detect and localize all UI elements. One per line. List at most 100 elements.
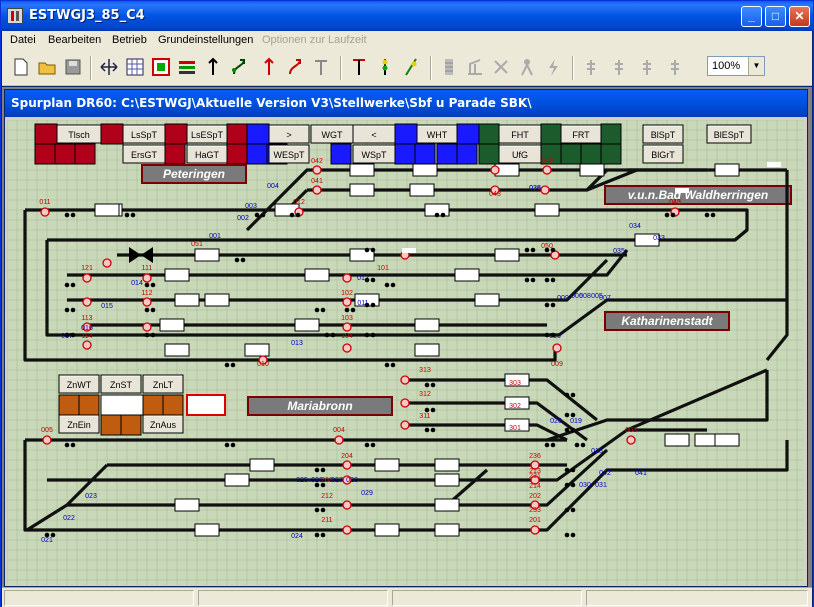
green-field[interactable] bbox=[560, 143, 582, 165]
blue-field[interactable] bbox=[394, 143, 416, 165]
menu-bearbeiten[interactable]: Bearbeiten bbox=[48, 34, 101, 46]
signal-marker[interactable] bbox=[40, 207, 50, 217]
signal-marker[interactable] bbox=[142, 297, 152, 307]
axle-counter-field[interactable] bbox=[349, 248, 375, 262]
menu-grundeinstellungen[interactable]: Grundeinstellungen bbox=[158, 34, 253, 46]
red-field[interactable] bbox=[164, 123, 188, 145]
axle-counter-field[interactable] bbox=[174, 293, 200, 307]
red-field[interactable] bbox=[34, 143, 56, 165]
axle-counter-field[interactable] bbox=[534, 203, 560, 217]
axle-counter-field[interactable] bbox=[409, 183, 435, 197]
orange-field[interactable] bbox=[78, 394, 100, 416]
red-field[interactable] bbox=[54, 143, 76, 165]
blue-field[interactable] bbox=[246, 123, 270, 145]
menu-optionen[interactable]: Optionen zur Laufzeit bbox=[262, 34, 367, 46]
track-plan-canvas[interactable]: Tlsch LsSpT LsESpT > WGT < WHT FHT FRT BlSpT BlESp… bbox=[7, 120, 803, 585]
signal-marker[interactable] bbox=[542, 165, 552, 175]
blue-field[interactable] bbox=[436, 143, 458, 165]
maximize-button[interactable]: □ bbox=[765, 6, 786, 27]
green-field[interactable] bbox=[600, 123, 622, 145]
signal-marker[interactable] bbox=[552, 343, 562, 353]
signal-marker[interactable] bbox=[400, 420, 410, 430]
axle-counter-field[interactable] bbox=[664, 433, 690, 447]
axle-counter-field[interactable] bbox=[194, 523, 220, 537]
orange-field[interactable] bbox=[58, 394, 80, 416]
title-bar[interactable]: ESTWGJ3_85_C4 _ □ ✕ bbox=[1, 1, 813, 31]
axle-counter-field[interactable] bbox=[304, 268, 330, 282]
axle-counter-field[interactable] bbox=[434, 523, 460, 537]
axle-counter-field[interactable] bbox=[174, 498, 200, 512]
signal-marker[interactable] bbox=[312, 185, 322, 195]
axle-counter-field[interactable] bbox=[714, 163, 740, 177]
axle-counter-field[interactable] bbox=[374, 523, 400, 537]
signal-marker[interactable] bbox=[342, 525, 352, 535]
menu-betrieb[interactable]: Betrieb bbox=[112, 34, 147, 46]
signal-marker[interactable] bbox=[550, 250, 560, 260]
blue-field[interactable] bbox=[414, 143, 436, 165]
minimize-button[interactable]: _ bbox=[741, 6, 762, 27]
chevron-down-icon[interactable]: ▼ bbox=[748, 57, 764, 75]
axle-counter-field[interactable] bbox=[349, 163, 375, 177]
grid-icon[interactable] bbox=[124, 56, 146, 78]
axle-counter-field[interactable] bbox=[159, 318, 185, 332]
zoom-select[interactable]: 100% ▼ bbox=[707, 56, 765, 76]
frame-icon[interactable] bbox=[150, 56, 172, 78]
signal-red-up-icon[interactable] bbox=[258, 56, 280, 78]
signal-marker[interactable] bbox=[102, 258, 112, 268]
axle-counter-field[interactable] bbox=[294, 318, 320, 332]
blue-field[interactable] bbox=[246, 143, 268, 165]
axle-counter-field[interactable] bbox=[94, 203, 120, 217]
new-file-icon[interactable] bbox=[10, 56, 32, 78]
signal-marker[interactable] bbox=[342, 460, 352, 470]
signal-marker[interactable] bbox=[400, 375, 410, 385]
axle-counter-field[interactable] bbox=[454, 268, 480, 282]
signal-turn-icon[interactable] bbox=[228, 56, 250, 78]
signal-marker[interactable] bbox=[82, 297, 92, 307]
red-field[interactable] bbox=[226, 143, 248, 165]
blue-field[interactable] bbox=[456, 143, 478, 165]
orange-field[interactable] bbox=[142, 394, 164, 416]
red-field[interactable] bbox=[226, 123, 248, 145]
green-field[interactable] bbox=[478, 143, 500, 165]
axle-counter-field[interactable] bbox=[579, 163, 605, 177]
signal-marker[interactable] bbox=[342, 343, 352, 353]
axle-counter-field[interactable] bbox=[204, 293, 230, 307]
signal-red-turn-icon[interactable] bbox=[284, 56, 306, 78]
axle-counter-field[interactable] bbox=[414, 343, 440, 357]
green-field[interactable] bbox=[478, 123, 500, 145]
mast-signal-icon[interactable] bbox=[348, 56, 370, 78]
buffer-stop-icon[interactable] bbox=[310, 56, 332, 78]
close-button[interactable]: ✕ bbox=[789, 6, 810, 27]
signal-marker[interactable] bbox=[334, 435, 344, 445]
signal-marker[interactable] bbox=[42, 435, 52, 445]
signal-marker[interactable] bbox=[400, 398, 410, 408]
signal-marker[interactable] bbox=[142, 273, 152, 283]
signal-marker[interactable] bbox=[342, 500, 352, 510]
axle-counter-field[interactable] bbox=[494, 248, 520, 262]
orange-field[interactable] bbox=[100, 414, 122, 436]
track-plan-title[interactable]: Spurplan DR60: C:\ESTWGJ\Aktuelle Versio… bbox=[5, 90, 807, 117]
signal-marker[interactable] bbox=[342, 297, 352, 307]
red-field[interactable] bbox=[74, 143, 96, 165]
red-field[interactable] bbox=[100, 123, 124, 145]
axle-counter-field[interactable] bbox=[244, 343, 270, 357]
axle-counter-field[interactable] bbox=[434, 458, 460, 472]
signal-marker[interactable] bbox=[626, 435, 636, 445]
green-field[interactable] bbox=[540, 123, 562, 145]
axle-counter-field[interactable] bbox=[249, 458, 275, 472]
axle-counter-field[interactable] bbox=[349, 183, 375, 197]
axle-counter-field[interactable] bbox=[412, 163, 438, 177]
signal-up-icon[interactable] bbox=[202, 56, 224, 78]
red-field[interactable] bbox=[164, 143, 186, 165]
axle-counter-field[interactable] bbox=[164, 268, 190, 282]
signal-marker[interactable] bbox=[342, 322, 352, 332]
signal-marker[interactable] bbox=[82, 340, 92, 350]
axle-counter-field[interactable] bbox=[474, 293, 500, 307]
signal-marker[interactable] bbox=[540, 185, 550, 195]
pre-signal-icon[interactable] bbox=[400, 56, 422, 78]
axle-counter-field[interactable] bbox=[714, 433, 740, 447]
light-signal-icon[interactable] bbox=[374, 56, 396, 78]
zn-input-field[interactable] bbox=[186, 394, 226, 416]
signal-marker[interactable] bbox=[312, 165, 322, 175]
green-field[interactable] bbox=[580, 143, 602, 165]
